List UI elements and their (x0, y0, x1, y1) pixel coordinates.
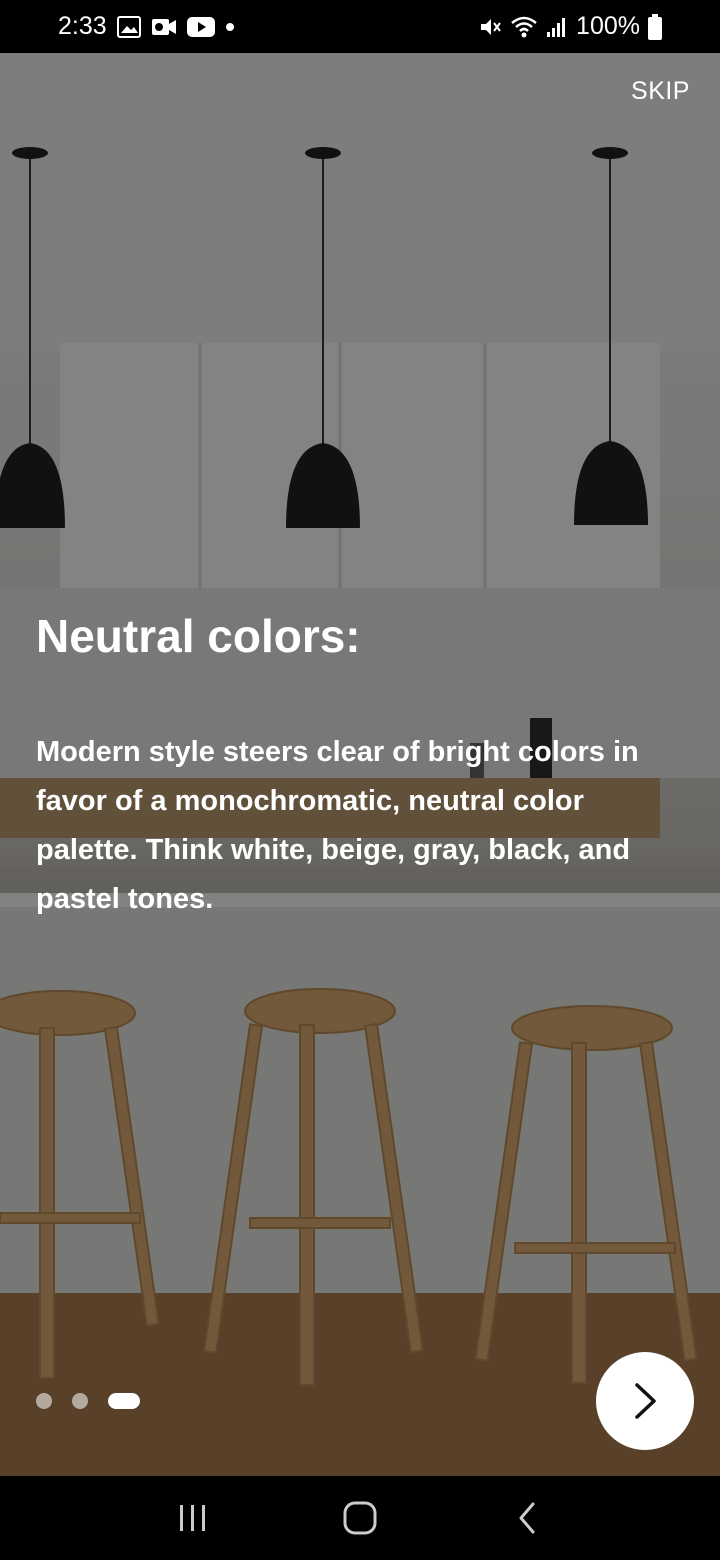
system-nav-bar (0, 1476, 720, 1560)
recents-button[interactable] (153, 1488, 233, 1548)
back-icon (519, 1502, 535, 1534)
next-button[interactable] (596, 1352, 694, 1450)
dot-icon (225, 22, 235, 32)
back-button[interactable] (487, 1488, 567, 1548)
mute-icon (478, 15, 502, 39)
page-indicator (36, 1393, 140, 1409)
slide-title: Neutral colors: (36, 610, 361, 662)
battery-percent: 100% (576, 12, 640, 40)
youtube-icon (186, 16, 215, 37)
status-time: 2:33 (58, 12, 107, 40)
page-dot-3-active[interactable] (108, 1393, 140, 1409)
onboarding-background-image: SKIP Neutral colors: Modern style steers… (0, 53, 720, 1476)
home-icon (343, 1501, 377, 1535)
camera-notification-icon (151, 16, 177, 38)
status-left: 2:33 (58, 12, 235, 41)
status-right: 100% (478, 12, 662, 41)
status-bar: 2:33 100% (0, 0, 720, 53)
page-dot-2[interactable] (72, 1393, 88, 1409)
recents-icon (180, 1505, 206, 1531)
chevron-right-icon (635, 1383, 656, 1419)
home-button[interactable] (320, 1488, 400, 1548)
page-dot-1[interactable] (36, 1393, 52, 1409)
signal-icon (546, 16, 568, 38)
skip-button[interactable]: SKIP (631, 77, 690, 106)
gallery-icon (116, 15, 141, 38)
wifi-icon (510, 15, 538, 39)
battery-icon (648, 13, 662, 40)
slide-description: Modern style steers clear of bright colo… (36, 736, 639, 915)
